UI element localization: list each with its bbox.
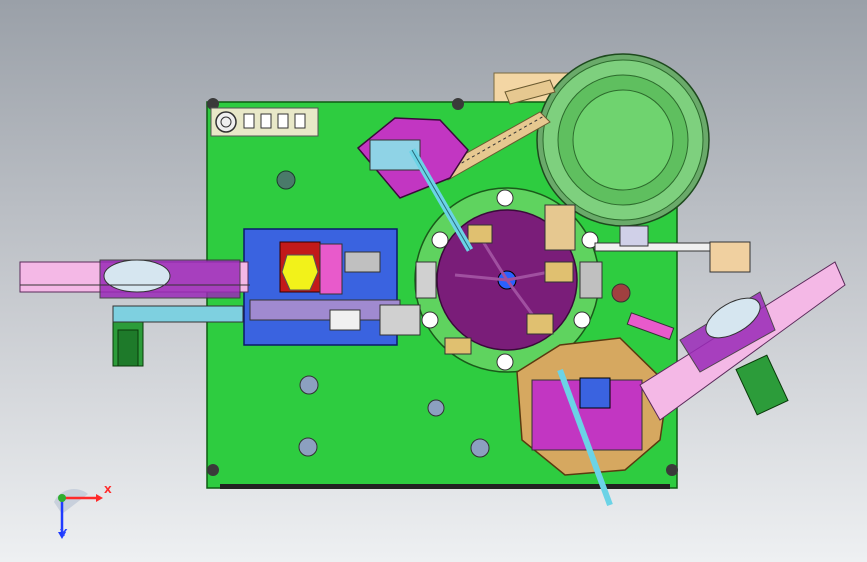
yellow-part [281, 254, 319, 291]
mount-hole [276, 170, 296, 190]
control-button[interactable] [294, 113, 306, 129]
feeder-arm [594, 242, 726, 252]
nest-fixture [415, 261, 437, 299]
y-axis-label: Y [60, 528, 68, 539]
assembly-model[interactable] [0, 0, 867, 562]
nest-fixture [467, 224, 493, 244]
base-foot [207, 464, 219, 476]
right-motor [735, 354, 789, 416]
control-button[interactable] [243, 113, 255, 129]
control-button[interactable] [277, 113, 289, 129]
emergency-stop[interactable] [215, 111, 237, 133]
mount-hole [470, 438, 490, 458]
mount-hole [427, 399, 445, 417]
base-foot [666, 464, 678, 476]
mount-hole [298, 437, 318, 457]
nest-fixture [544, 261, 574, 283]
nest-fixture [526, 313, 554, 335]
coordinate-triad-icon [54, 489, 103, 539]
mount-hole [611, 283, 631, 303]
nest-fixture [579, 261, 603, 299]
nest-fixture [444, 337, 472, 355]
cad-viewport[interactable]: X Y [0, 0, 867, 562]
x-axis-label: X [104, 485, 112, 496]
base-foot [452, 98, 464, 110]
mount-hole [299, 375, 319, 395]
control-button[interactable] [260, 113, 272, 129]
